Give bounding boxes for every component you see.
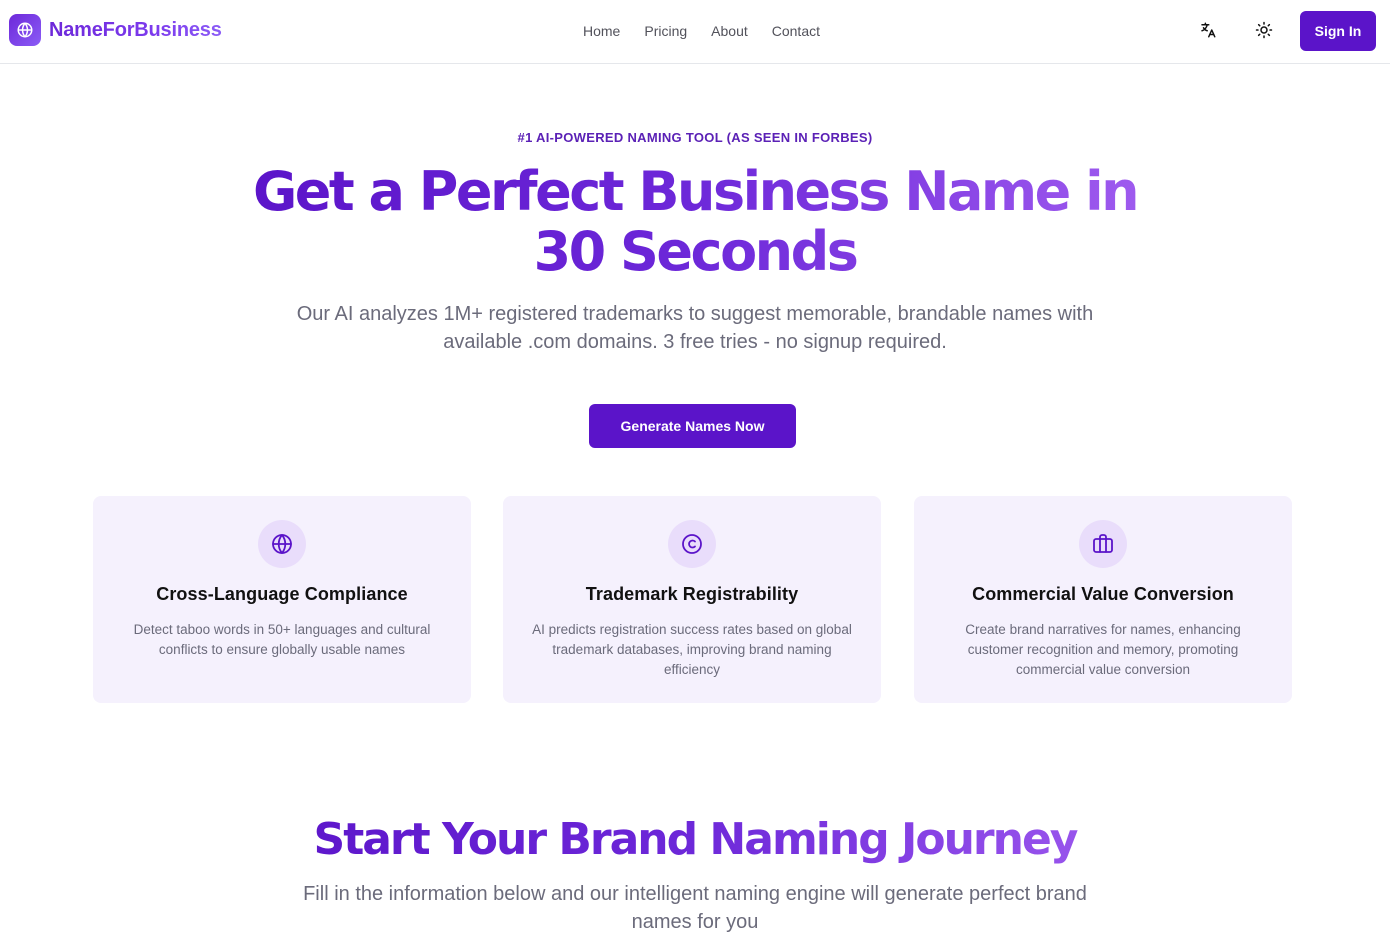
briefcase-icon [1079, 520, 1127, 568]
copyright-icon [668, 520, 716, 568]
sign-in-button[interactable]: Sign In [1300, 11, 1376, 51]
nav-about[interactable]: About [711, 22, 748, 40]
feature-description: Create brand narratives for names, enhan… [965, 622, 1241, 677]
feature-card-cross-language: Cross-Language Compliance Detect taboo w… [93, 496, 471, 703]
main-nav: Home Pricing About Contact [583, 22, 820, 40]
hero-title: Get a Perfect Business Name in 30 Second… [245, 162, 1145, 282]
feature-description: AI predicts registration success rates b… [532, 622, 852, 677]
feature-title: Trademark Registrability [585, 584, 799, 604]
hero-subtitle: Our AI analyzes 1M+ registered trademark… [296, 303, 1094, 353]
feature-description: Detect taboo words in 50+ languages and … [133, 622, 431, 657]
journey-subtitle: Fill in the information below and our in… [303, 883, 1087, 933]
language-button[interactable] [1192, 16, 1224, 48]
feature-title: Cross-Language Compliance [156, 584, 408, 604]
globe-icon [258, 520, 306, 568]
feature-card-commercial: Commercial Value Conversion Create brand… [914, 496, 1292, 703]
generate-names-button[interactable]: Generate Names Now [589, 404, 796, 448]
brand-home-link[interactable]: NameForBusiness [9, 14, 222, 46]
site-header: NameForBusiness Home Pricing About Conta… [0, 0, 1390, 64]
nav-contact[interactable]: Contact [772, 22, 820, 40]
translate-icon [1199, 21, 1217, 44]
journey-title: Start Your Brand Naming Journey [245, 812, 1145, 868]
sun-icon [1255, 21, 1273, 44]
feature-card-trademark: Trademark Registrability AI predicts reg… [503, 496, 881, 703]
feature-title: Commercial Value Conversion [972, 584, 1234, 604]
nav-pricing[interactable]: Pricing [644, 22, 687, 40]
brand-name: NameForBusiness [49, 18, 222, 41]
globe-icon [9, 14, 41, 46]
theme-toggle-button[interactable] [1248, 16, 1280, 48]
nav-home[interactable]: Home [583, 22, 620, 40]
hero-eyebrow: #1 AI-POWERED NAMING TOOL (AS SEEN IN FO… [517, 130, 873, 145]
